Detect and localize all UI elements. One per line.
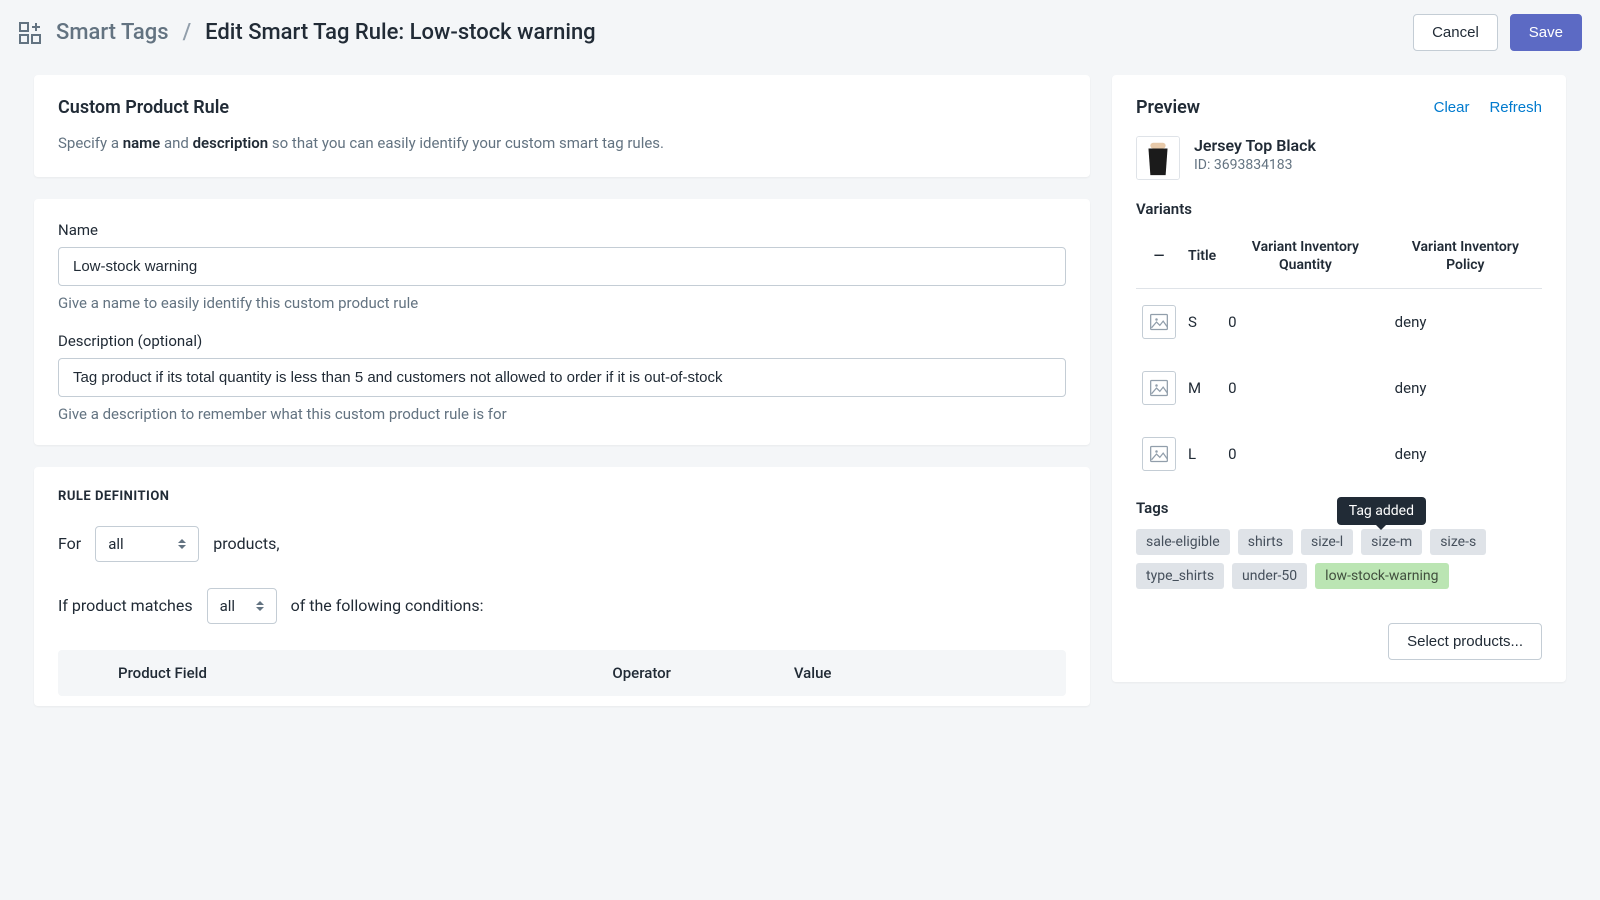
intro-text: Specify a name and description so that y… [58, 132, 1066, 155]
image-placeholder-icon [1142, 371, 1176, 405]
rule-line1-post: products, [213, 534, 279, 553]
variant-qty: 0 [1222, 355, 1389, 421]
tag-added-tooltip: Tag added [1337, 497, 1426, 525]
variant-title: M [1182, 355, 1222, 421]
variant-policy: deny [1389, 421, 1542, 487]
for-scope-select[interactable]: all [95, 526, 199, 562]
image-placeholder-icon [1142, 437, 1176, 471]
breadcrumb-current: Edit Smart Tag Rule: Low-stock warning [205, 20, 596, 45]
product-title: Jersey Top Black [1194, 136, 1316, 155]
table-row: S0deny [1136, 289, 1542, 356]
preview-card: Preview Clear Refresh Jersey Top Black [1112, 75, 1566, 682]
clear-button[interactable]: Clear [1434, 99, 1470, 116]
rule-heading: RULE DEFINITION [58, 489, 1066, 504]
description-input[interactable] [58, 358, 1066, 397]
breadcrumb-root[interactable]: Smart Tags [56, 20, 169, 45]
col-operator: Operator [612, 664, 793, 682]
variant-policy: deny [1389, 289, 1542, 356]
tag[interactable]: under-50 [1232, 563, 1307, 589]
tag[interactable]: size-l [1301, 529, 1353, 555]
preview-heading: Preview [1136, 97, 1200, 118]
variant-qty: 0 [1222, 289, 1389, 356]
tag[interactable]: shirts [1238, 529, 1293, 555]
col-product-field: Product Field [58, 664, 612, 682]
description-label: Description (optional) [58, 332, 1066, 350]
variant-qty: 0 [1222, 421, 1389, 487]
form-card: Name Give a name to easily identify this… [34, 199, 1090, 445]
tag[interactable]: type_shirts [1136, 563, 1224, 589]
variant-title: L [1182, 421, 1222, 487]
tag[interactable]: low-stock-warning [1315, 563, 1448, 589]
product-id: ID: 3693834183 [1194, 157, 1316, 173]
save-button[interactable]: Save [1510, 14, 1582, 51]
name-label: Name [58, 221, 1066, 239]
variants-table: — Title Variant Inventory Quantity Varia… [1136, 230, 1542, 487]
breadcrumb-separator: / [183, 20, 192, 45]
rule-card: RULE DEFINITION For all products, If pro… [34, 467, 1090, 706]
cancel-button[interactable]: Cancel [1413, 14, 1498, 51]
select-products-button[interactable]: Select products... [1388, 623, 1542, 660]
th-qty: Variant Inventory Quantity [1222, 230, 1389, 289]
app-grid-icon [18, 21, 42, 45]
chevron-updown-icon [178, 537, 188, 551]
th-title: Title [1182, 230, 1222, 289]
refresh-button[interactable]: Refresh [1489, 99, 1542, 116]
tag[interactable]: size-s [1430, 529, 1486, 555]
tag[interactable]: sale-eligible [1136, 529, 1230, 555]
rule-line1-pre: For [58, 534, 81, 553]
description-help: Give a description to remember what this… [58, 405, 1066, 423]
table-row: M0deny [1136, 355, 1542, 421]
intro-card: Custom Product Rule Specify a name and d… [34, 75, 1090, 177]
conditions-table-header: Product Field Operator Value [58, 650, 1066, 696]
name-help: Give a name to easily identify this cust… [58, 294, 1066, 312]
match-mode-select[interactable]: all [207, 588, 277, 624]
product-thumbnail [1136, 136, 1180, 180]
variant-policy: deny [1389, 355, 1542, 421]
intro-heading: Custom Product Rule [58, 97, 1066, 118]
name-input[interactable] [58, 247, 1066, 286]
breadcrumb: Smart Tags / Edit Smart Tag Rule: Low-st… [18, 20, 596, 45]
col-value: Value [794, 664, 1066, 682]
chevron-updown-icon [256, 599, 266, 613]
variants-heading: Variants [1136, 200, 1542, 218]
image-placeholder-icon [1142, 305, 1176, 339]
tag-list: sale-eligible shirts size-l size-m size-s typ… [1136, 529, 1542, 589]
tag[interactable]: size-m [1361, 529, 1422, 555]
table-row: L0deny [1136, 421, 1542, 487]
rule-line2-pre: If product matches [58, 596, 193, 615]
rule-line2-post: of the following conditions: [291, 596, 484, 615]
th-policy: Variant Inventory Policy [1389, 230, 1542, 289]
variant-title: S [1182, 289, 1222, 356]
th-blank: — [1136, 230, 1182, 289]
